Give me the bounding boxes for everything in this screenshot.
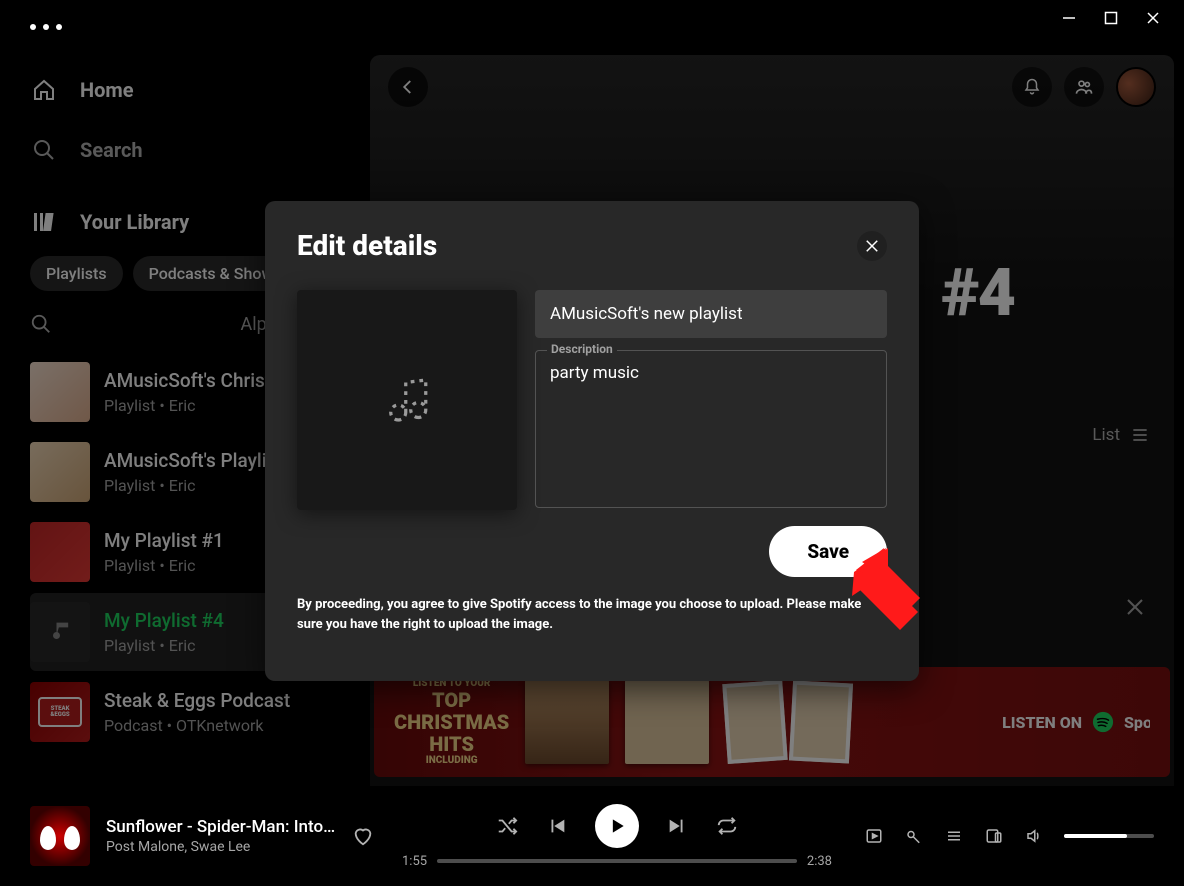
playlist-item[interactable]: STEAK&EGGS Steak & Eggs Podcast Podcast … (30, 673, 370, 751)
playlist-subtitle: Playlist • Eric (104, 636, 224, 655)
playlist-title: Steak & Eggs Podcast (104, 689, 290, 712)
window-controls (1038, 0, 1184, 36)
nav-home[interactable]: Home (30, 60, 370, 120)
seek-bar[interactable] (437, 859, 797, 863)
save-button[interactable]: Save (769, 526, 887, 577)
now-playing-artist[interactable]: Post Malone, Swae Lee (106, 839, 336, 855)
lyrics-button[interactable] (904, 826, 924, 846)
playlist-title: My Playlist #4 (104, 609, 224, 632)
now-playing-view-button[interactable] (864, 826, 884, 846)
chip-playlists[interactable]: Playlists (30, 256, 123, 291)
previous-button[interactable] (545, 814, 569, 838)
description-label: Description (547, 342, 617, 356)
playlist-cover (30, 602, 90, 662)
dismiss-promo-button[interactable] (1120, 592, 1150, 622)
elapsed-time: 1:55 (402, 854, 427, 869)
home-icon (30, 76, 58, 104)
play-button[interactable] (595, 804, 639, 848)
volume-button[interactable] (1024, 826, 1044, 846)
modal-title: Edit details (297, 229, 437, 262)
view-mode-label: List (1092, 425, 1120, 445)
playlist-hero-title-fragment: #4 (941, 255, 1014, 332)
nav-search[interactable]: Search (30, 120, 370, 180)
view-mode-toggle[interactable]: List (1092, 425, 1150, 445)
playlist-cover: STEAK&EGGS (30, 682, 90, 742)
connect-device-button[interactable] (984, 826, 1004, 846)
app-menu[interactable] (30, 24, 62, 30)
promo-cta: LISTEN ON Spotify (1002, 711, 1150, 733)
maximize-button[interactable] (1104, 11, 1118, 25)
promo-banner[interactable]: LISTEN TO YOUR TOP CHRISTMAS HITS INCLUD… (374, 667, 1170, 777)
promo-collage (725, 682, 851, 762)
back-button[interactable] (388, 67, 428, 107)
repeat-button[interactable] (715, 814, 739, 838)
search-icon (30, 136, 58, 164)
queue-button[interactable] (944, 826, 964, 846)
promo-headline: LISTEN TO YOUR TOP CHRISTMAS HITS INCLUD… (394, 678, 509, 766)
modal-disclaimer: By proceeding, you agree to give Spotify… (297, 595, 887, 634)
playlist-subtitle: Playlist • Eric (104, 556, 224, 575)
now-playing-bar: Sunflower - Spider-Man: Into the Spider-… (0, 786, 1184, 886)
nav-search-label: Search (80, 138, 143, 162)
notifications-button[interactable] (1012, 67, 1052, 107)
close-modal-button[interactable] (857, 231, 887, 261)
library-icon (30, 208, 58, 236)
now-playing-cover[interactable] (30, 806, 90, 866)
playlist-subtitle: Playlist • Eric (104, 476, 283, 495)
playlist-cover-upload[interactable] (297, 290, 517, 510)
playlist-subtitle: Podcast • OTKnetwork (104, 716, 290, 735)
music-note-icon (377, 370, 437, 430)
total-time: 2:38 (807, 854, 832, 869)
minimize-button[interactable] (1062, 11, 1076, 25)
next-button[interactable] (665, 814, 689, 838)
playlist-title: My Playlist #1 (104, 529, 224, 552)
nav-home-label: Home (80, 78, 134, 102)
like-button[interactable] (352, 825, 374, 847)
friends-button[interactable] (1064, 67, 1104, 107)
now-playing-title[interactable]: Sunflower - Spider-Man: Into the Spider-… (106, 817, 336, 837)
playlist-title: AMusicSoft's Playlist (104, 449, 283, 472)
shuffle-button[interactable] (495, 814, 519, 838)
user-avatar[interactable] (1116, 67, 1156, 107)
library-search-button[interactable] (30, 313, 52, 335)
close-window-button[interactable] (1146, 11, 1160, 25)
edit-details-modal: Edit details Description Save By proceed… (265, 201, 919, 681)
promo-thumbnails (525, 680, 709, 764)
playlist-cover (30, 442, 90, 502)
volume-slider[interactable] (1064, 834, 1154, 838)
spotify-logo-icon (1092, 711, 1114, 733)
library-label: Your Library (80, 210, 189, 234)
playlist-description-input[interactable] (535, 350, 887, 508)
playlist-name-input[interactable] (535, 290, 887, 338)
playlist-cover (30, 522, 90, 582)
playlist-cover (30, 362, 90, 422)
